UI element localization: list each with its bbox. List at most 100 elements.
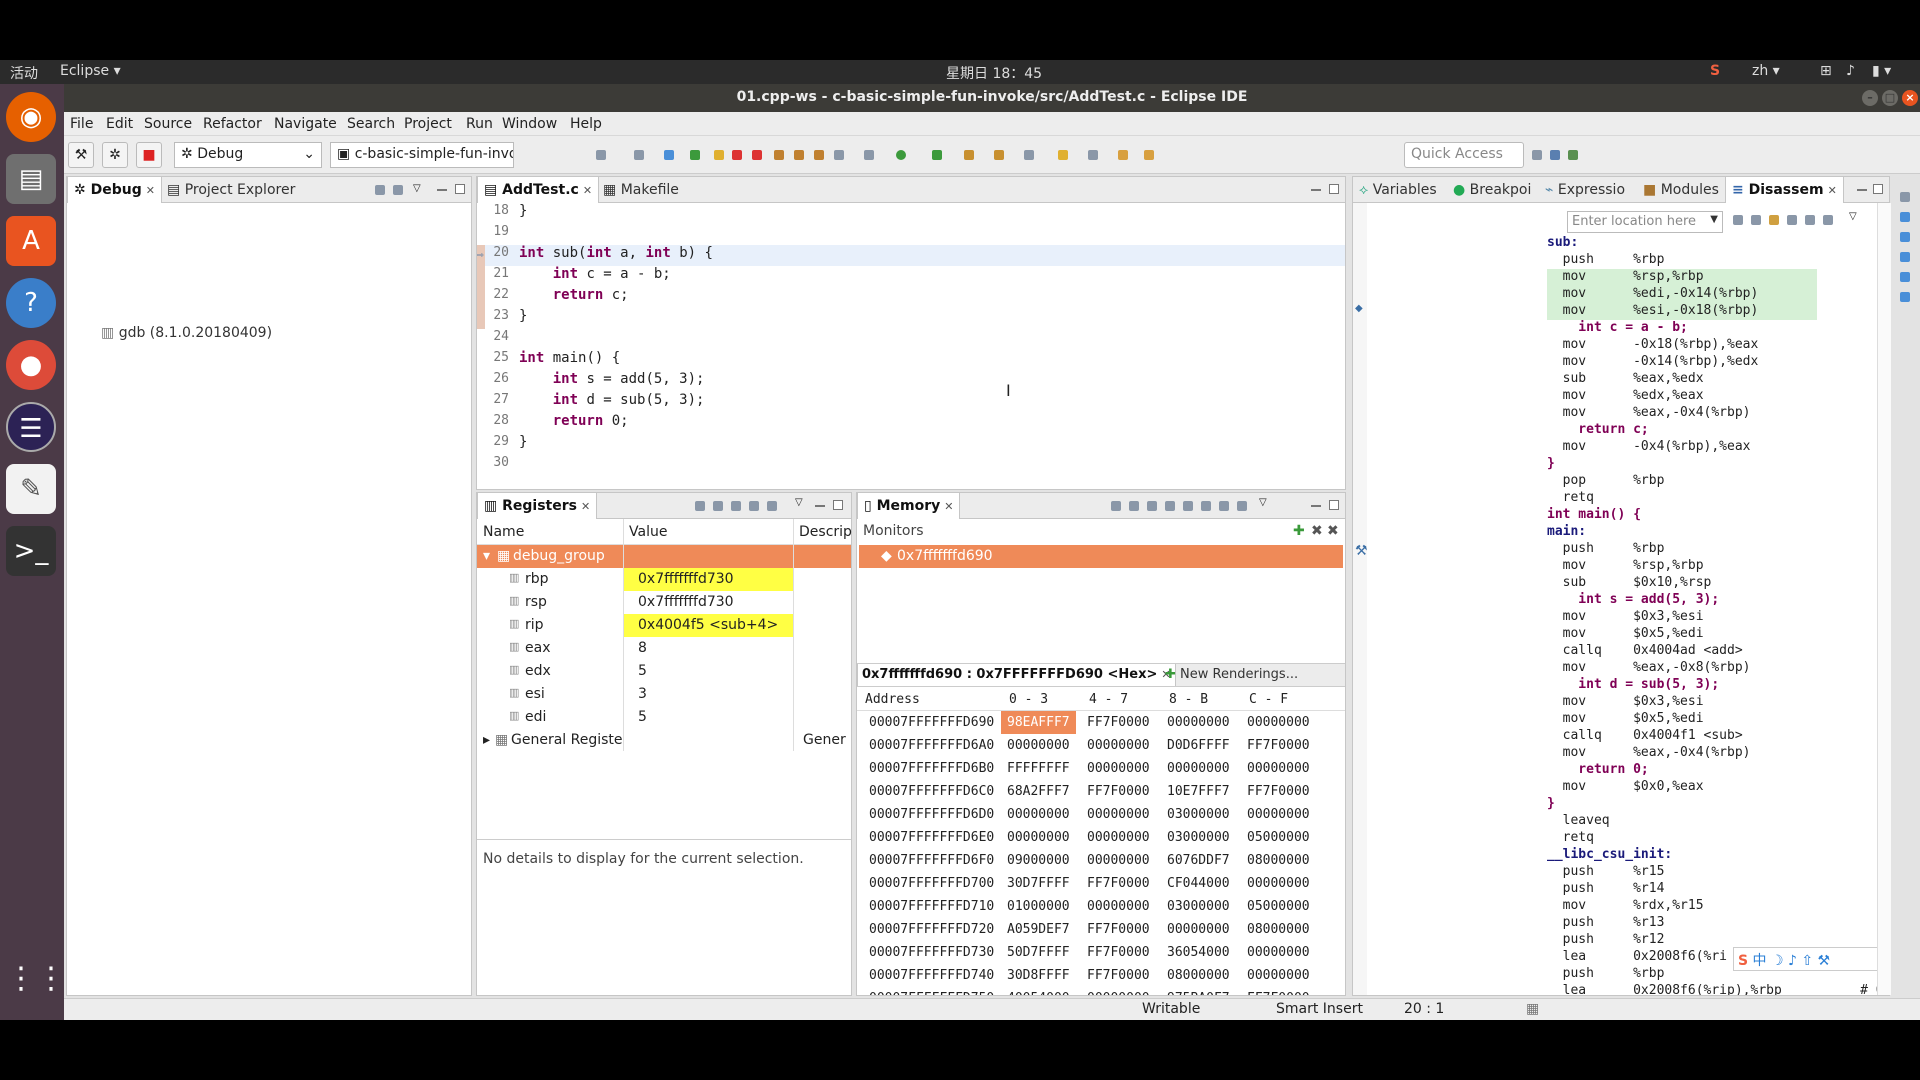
disasm-instruction[interactable]: mov $0x5,%edi bbox=[1547, 711, 1704, 728]
maximize-view-icon[interactable] bbox=[1873, 184, 1883, 194]
gdb-process-node[interactable]: ▥ gdb (8.1.0.20180409) bbox=[101, 325, 272, 341]
memory-cell[interactable]: A059DEF7 bbox=[1007, 922, 1070, 937]
run-icon[interactable] bbox=[896, 150, 906, 160]
search-icon[interactable] bbox=[1024, 150, 1034, 160]
register-value[interactable]: 3 bbox=[624, 683, 793, 706]
register-row[interactable]: ▥ esi 3 bbox=[477, 683, 851, 706]
resume-icon[interactable] bbox=[690, 150, 700, 160]
memory-row[interactable]: 00007FFFFFFFD750 40054000 00000000 975BA0F7… bbox=[857, 987, 1345, 995]
disasm-instruction[interactable]: leaveq bbox=[1547, 813, 1610, 830]
launch-mode-select[interactable]: ✲ Debug ⌄ bbox=[174, 142, 322, 168]
edit-register-group-icon[interactable] bbox=[713, 501, 723, 511]
dropdown-icon[interactable]: ▼ bbox=[1710, 214, 1718, 225]
save-icon[interactable] bbox=[634, 150, 644, 160]
problems-icon[interactable] bbox=[1900, 252, 1910, 262]
menu-help[interactable]: Help bbox=[570, 116, 602, 132]
maximize-view-icon[interactable] bbox=[833, 500, 843, 510]
disasm-instruction[interactable]: push %r13 bbox=[1547, 915, 1665, 932]
add-monitor-icon[interactable]: ✚ bbox=[1293, 523, 1305, 539]
debug-config-icon[interactable] bbox=[864, 150, 874, 160]
register-row[interactable]: ▥ rbp 0x7fffffffd730 bbox=[477, 568, 851, 591]
minimize-view-icon[interactable] bbox=[815, 505, 825, 507]
quick-access-field[interactable]: Quick Access bbox=[1404, 142, 1524, 168]
disasm-instruction[interactable]: mov %edi,-0x14(%rbp) bbox=[1547, 286, 1817, 303]
memory-cell[interactable]: 03000000 bbox=[1167, 807, 1230, 822]
memory-cell[interactable]: 00000000 bbox=[1007, 738, 1070, 753]
disconnect-icon[interactable] bbox=[752, 150, 762, 160]
view-menu-icon[interactable]: ▽ bbox=[1849, 211, 1857, 222]
register-value[interactable]: 0x4004f5 <sub+4> bbox=[624, 614, 793, 637]
step-into-icon[interactable] bbox=[774, 150, 784, 160]
memory-toolbar-icon[interactable] bbox=[1165, 501, 1175, 511]
remove-register-group-icon[interactable] bbox=[731, 501, 741, 511]
clock[interactable]: 星期日 18：45 bbox=[946, 63, 1042, 83]
ime-toolbar[interactable]: S 中 ☽ ♪ ⇧ ⚒ bbox=[1733, 947, 1891, 971]
tab-modules[interactable]: ■ Modules bbox=[1637, 177, 1725, 203]
memory-cell[interactable]: FF7F0000 bbox=[1087, 968, 1150, 983]
disasm-instruction[interactable]: mov $0x3,%esi bbox=[1547, 694, 1704, 711]
disasm-instruction[interactable]: push %rbp bbox=[1547, 541, 1665, 558]
disasm-instruction[interactable]: mov %rdx,%r15 bbox=[1547, 898, 1704, 915]
terminal-view-icon[interactable] bbox=[664, 150, 674, 160]
collapse-icon[interactable] bbox=[393, 185, 403, 195]
memory-cell[interactable]: 00000000 bbox=[1247, 876, 1310, 891]
memory-cell[interactable]: 00000000 bbox=[1087, 830, 1150, 845]
memory-cell[interactable]: 00000000 bbox=[1247, 807, 1310, 822]
maximize-view-icon[interactable] bbox=[1329, 184, 1339, 194]
code-line[interactable]: 19 bbox=[477, 224, 1345, 245]
memory-cell[interactable]: 30D7FFFF bbox=[1007, 876, 1070, 891]
memory-toolbar-icon[interactable] bbox=[1147, 501, 1157, 511]
memory-cell[interactable]: CF044000 bbox=[1167, 876, 1230, 891]
disasm-source-line[interactable]: return c; bbox=[1547, 422, 1648, 439]
open-perspective-icon[interactable] bbox=[1532, 150, 1542, 160]
memory-cell[interactable]: 98EAFFF7 bbox=[1001, 711, 1076, 734]
symbols-icon[interactable] bbox=[1787, 215, 1797, 225]
disasm-instruction[interactable]: push %rbp bbox=[1547, 252, 1665, 269]
memory-cell[interactable]: 00000000 bbox=[1087, 899, 1150, 914]
register-value[interactable]: 5 bbox=[624, 660, 793, 683]
close-icon[interactable]: × bbox=[1902, 90, 1918, 106]
link-with-frame-icon[interactable] bbox=[1751, 215, 1761, 225]
memory-cell[interactable]: 00000000 bbox=[1087, 761, 1150, 776]
tab-addtest-c[interactable]: ▤ AddTest.c ✕ bbox=[477, 177, 600, 203]
tab-hex-rendering[interactable]: 0x7fffffffd690 : 0x7FFFFFFFD690 <Hex> ✕ bbox=[857, 664, 1176, 686]
disasm-source-line[interactable]: } bbox=[1547, 796, 1555, 813]
disassembly-listing[interactable]: sub: push %rbp mov %rsp,%rbp mov %edi,-0… bbox=[1353, 235, 1877, 995]
disasm-instruction[interactable]: mov -0x18(%rbp),%eax bbox=[1547, 337, 1759, 354]
disasm-instruction[interactable]: mov $0x5,%edi bbox=[1547, 626, 1704, 643]
close-icon[interactable]: ✕ bbox=[944, 500, 953, 513]
memory-cell[interactable]: FF7F0000 bbox=[1087, 715, 1150, 730]
disasm-source-line[interactable]: int main() { bbox=[1547, 507, 1641, 524]
disasm-instruction[interactable]: mov $0x3,%esi bbox=[1547, 609, 1704, 626]
register-row[interactable]: ▥ eax 8 bbox=[477, 637, 851, 660]
firefox-icon[interactable]: ◉ bbox=[6, 92, 56, 142]
disasm-source-line[interactable]: int c = a - b; bbox=[1547, 320, 1688, 337]
close-icon[interactable]: ✕ bbox=[581, 500, 590, 513]
new-icon[interactable] bbox=[596, 150, 606, 160]
tab-memory[interactable]: ▯ Memory ✕ bbox=[857, 493, 961, 519]
disasm-instruction[interactable]: mov %rsp,%rbp bbox=[1547, 558, 1704, 575]
memory-cell[interactable]: 975BA0F7 bbox=[1167, 991, 1230, 995]
memory-cell[interactable]: 08000000 bbox=[1247, 922, 1310, 937]
open-type-icon[interactable] bbox=[964, 150, 974, 160]
open-resource-icon[interactable] bbox=[994, 150, 1004, 160]
code-line[interactable]: 30 bbox=[477, 455, 1345, 476]
text-editor-icon[interactable]: ✎ bbox=[6, 464, 56, 514]
tab-project-explorer[interactable]: ▤ Project Explorer bbox=[161, 177, 301, 203]
add-register-group-icon[interactable] bbox=[695, 501, 705, 511]
memory-row[interactable]: 00007FFFFFFFD6A0 00000000 00000000 D0D6FFFF… bbox=[857, 734, 1345, 757]
expand-icon[interactable]: ▾ bbox=[483, 548, 490, 564]
maximize-view-icon[interactable] bbox=[1329, 500, 1339, 510]
network-icon[interactable]: ⊞ bbox=[1820, 63, 1832, 79]
disasm-instruction[interactable]: mov %rsp,%rbp bbox=[1547, 269, 1817, 286]
memory-cell[interactable]: 36054000 bbox=[1167, 945, 1230, 960]
memory-row[interactable]: 00007FFFFFFFD740 30D8FFFF FF7F0000 08000000… bbox=[857, 964, 1345, 987]
tasks-icon[interactable] bbox=[1900, 232, 1910, 242]
memory-toolbar-icon[interactable] bbox=[1219, 501, 1229, 511]
location-field[interactable]: Enter location here ▼ bbox=[1567, 211, 1723, 233]
memory-cell[interactable]: 10E7FFF7 bbox=[1167, 784, 1230, 799]
remove-monitor-icon[interactable]: ✖ bbox=[1311, 523, 1323, 539]
minimize-view-icon[interactable] bbox=[1311, 505, 1321, 507]
memory-cell[interactable]: 08000000 bbox=[1247, 853, 1310, 868]
minimize-icon[interactable]: – bbox=[1862, 90, 1878, 106]
